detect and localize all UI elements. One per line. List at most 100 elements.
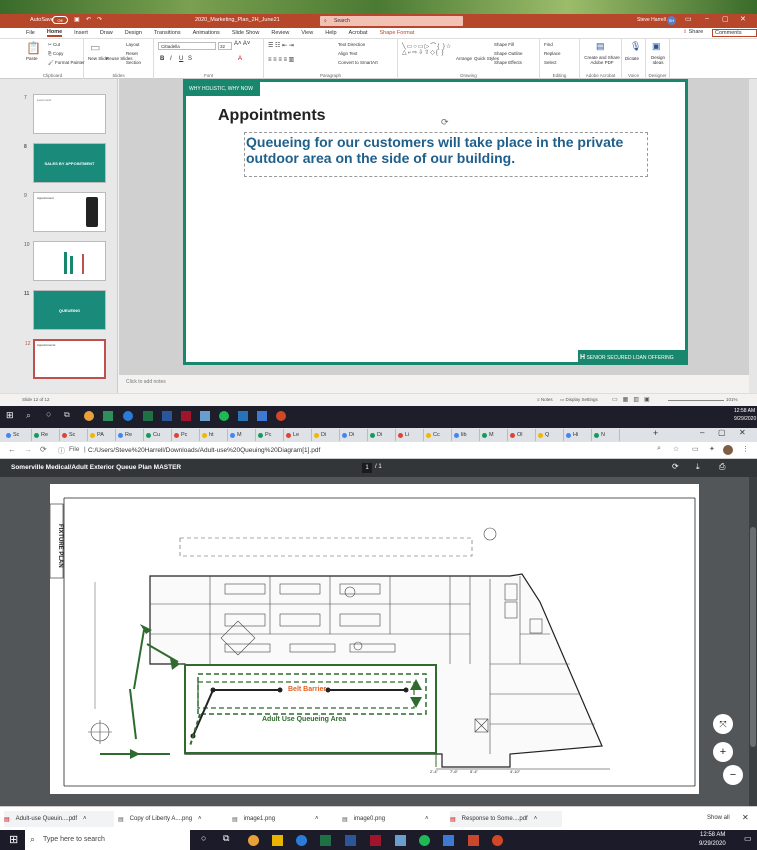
- bullets-icon[interactable]: ☰ ☷ ⇤ ⇥: [268, 42, 294, 49]
- start-icon[interactable]: ⊞: [9, 833, 18, 846]
- chevron-up-icon[interactable]: ˄: [83, 816, 87, 822]
- chevron-up-icon[interactable]: ˄: [315, 816, 319, 822]
- slide-thumb-11[interactable]: 11 QUEUEING: [24, 290, 106, 330]
- browser-tab[interactable]: Cu: [144, 429, 172, 441]
- align-text-button[interactable]: Align Text: [338, 51, 357, 56]
- section-button[interactable]: Section: [126, 60, 141, 65]
- tab-insert[interactable]: Insert: [74, 30, 88, 36]
- maximize-icon[interactable]: ▢: [722, 15, 729, 23]
- star-icon[interactable]: ☆: [673, 445, 679, 453]
- chevron-up-icon[interactable]: ˄: [534, 816, 538, 822]
- browser-tab[interactable]: Di: [340, 429, 368, 441]
- new-tab-icon[interactable]: +: [653, 428, 658, 438]
- convert-smartart-button[interactable]: Convert to SmartArt: [338, 60, 378, 65]
- tab-review[interactable]: Review: [271, 30, 289, 36]
- fit-page-button[interactable]: ⤧: [713, 714, 733, 734]
- tab-acrobat[interactable]: Acrobat: [349, 30, 368, 36]
- forward-icon[interactable]: →: [24, 445, 32, 454]
- zoom-level[interactable]: 101%: [726, 397, 738, 402]
- replace-button[interactable]: Replace: [544, 51, 561, 56]
- download-item[interactable]: ▤ image1.png ˄: [232, 811, 337, 827]
- rotate-handle-icon[interactable]: ⟳: [441, 117, 449, 128]
- edge-icon[interactable]: [123, 411, 133, 421]
- app-icon[interactable]: [103, 411, 113, 421]
- tab-transitions[interactable]: Transitions: [154, 30, 181, 36]
- reset-button[interactable]: Reset: [126, 51, 138, 56]
- word-icon[interactable]: [345, 835, 356, 846]
- browser-tab[interactable]: Di: [368, 429, 396, 441]
- app-icon-4[interactable]: [257, 411, 267, 421]
- select-button[interactable]: Select: [544, 60, 557, 65]
- notification-icon[interactable]: ▭: [744, 834, 752, 843]
- app-icon-3[interactable]: [238, 411, 248, 421]
- show-all-button[interactable]: Show all: [707, 815, 730, 821]
- zoom-slider[interactable]: [668, 400, 724, 401]
- search-icon[interactable]: ⌕: [657, 445, 661, 453]
- slide[interactable]: WHY HOLISTIC, WHY NOW Appointments Queue…: [183, 79, 688, 365]
- browser-tab[interactable]: Di: [312, 429, 340, 441]
- shapes-gallery-row2-icon[interactable]: △⌐⇨⇩⇧◇{ }: [402, 49, 445, 56]
- ribbon-display-icon[interactable]: ▭: [685, 15, 692, 23]
- new-slide-icon[interactable]: ▭: [90, 41, 100, 54]
- font-name-select[interactable]: Cittadella: [158, 42, 216, 50]
- task-view-icon[interactable]: ⧉: [223, 833, 229, 844]
- slide-thumb-10[interactable]: 10: [24, 241, 106, 281]
- browser-tab[interactable]: ht: [200, 429, 228, 441]
- tab-view[interactable]: View: [301, 30, 313, 36]
- indesign-icon[interactable]: [181, 411, 191, 421]
- grow-font-icon[interactable]: A˄ A˅: [234, 41, 250, 47]
- bold-icon[interactable]: B: [160, 56, 164, 62]
- slide-thumb-8[interactable]: 8 SALES BY APPOINTMENT: [24, 143, 106, 183]
- copy-button[interactable]: ⎘ Copy: [48, 51, 63, 56]
- notes-pane[interactable]: Click to add notes: [119, 375, 749, 393]
- slide-scrollbar[interactable]: [749, 79, 757, 393]
- paste-icon[interactable]: 📋: [26, 41, 41, 55]
- file-explorer-icon[interactable]: [272, 835, 283, 846]
- powerpoint-icon[interactable]: [276, 411, 286, 421]
- share-button[interactable]: ⇪ Share: [683, 29, 715, 35]
- spotify-icon[interactable]: [219, 411, 229, 421]
- zoom-out-button[interactable]: −: [723, 765, 743, 785]
- minimize-icon[interactable]: –: [700, 428, 704, 437]
- url-input[interactable]: [88, 444, 638, 456]
- word-icon[interactable]: [162, 411, 172, 421]
- rotate-icon[interactable]: ⟳: [672, 462, 679, 471]
- edge-icon[interactable]: [296, 835, 307, 846]
- download-item[interactable]: ▤ image0.png ˄: [342, 811, 445, 827]
- notes-button[interactable]: ≡ Notes: [537, 397, 553, 402]
- layout-button[interactable]: Layout: [126, 42, 140, 47]
- app-icon-2[interactable]: [443, 835, 454, 846]
- tab-home[interactable]: Home: [46, 29, 63, 37]
- shape-fill-button[interactable]: Shape Fill: [494, 42, 514, 47]
- align-icons[interactable]: ≡ ≡ ≡ ≡ ▥: [268, 56, 294, 63]
- browser-tab[interactable]: Hi: [564, 429, 592, 441]
- menu-icon[interactable]: ⋮: [742, 445, 749, 453]
- cortana-icon[interactable]: ○: [201, 833, 206, 843]
- download-icon[interactable]: ⤓: [696, 462, 700, 472]
- slide-body-text[interactable]: Queueing for our customers will take pla…: [245, 133, 647, 167]
- back-icon[interactable]: ←: [8, 445, 16, 454]
- search-box[interactable]: ⌕ Search: [320, 16, 463, 26]
- zoom-in-button[interactable]: +: [713, 742, 733, 762]
- browser-tab[interactable]: Li: [396, 429, 424, 441]
- format-painter-button[interactable]: 🖌 Format Painter: [48, 60, 85, 66]
- design-ideas-button[interactable]: Design Ideas: [647, 55, 669, 65]
- slide-thumb-7[interactable]: 7 Lorem text: [24, 94, 106, 134]
- browser-tab[interactable]: M: [228, 429, 256, 441]
- app-icon-3[interactable]: [468, 835, 479, 846]
- browser-tab[interactable]: Sc: [4, 429, 32, 441]
- tab-help[interactable]: Help: [325, 30, 336, 36]
- app-icon[interactable]: [395, 835, 406, 846]
- design-ideas-icon[interactable]: ▣: [652, 41, 661, 52]
- avatar[interactable]: [723, 445, 733, 455]
- create-share-pdf-button[interactable]: Create and Share Adobe PDF: [582, 55, 622, 65]
- font-size-select[interactable]: 32: [218, 42, 232, 50]
- font-color-icon[interactable]: A: [238, 56, 242, 62]
- microphone-icon[interactable]: 🎙: [630, 41, 641, 52]
- pdf-scrollbar[interactable]: [749, 477, 757, 806]
- cut-button[interactable]: ✂ Cut: [48, 42, 60, 48]
- browser-tab[interactable]: M: [480, 429, 508, 441]
- browser-tab[interactable]: lib: [452, 429, 480, 441]
- reload-icon[interactable]: ⟳: [40, 445, 47, 454]
- print-icon[interactable]: ⎙: [719, 462, 725, 472]
